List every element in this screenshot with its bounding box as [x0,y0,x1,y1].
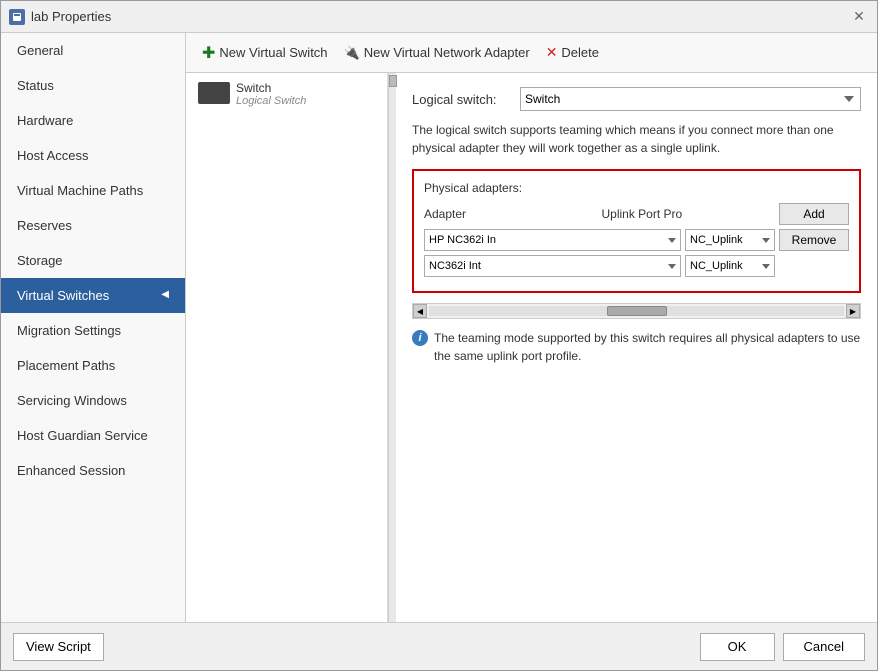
uplink-select-1[interactable]: NC_Uplink [685,229,775,251]
remove-button-1[interactable]: Remove [779,229,849,251]
add-button[interactable]: Add [779,203,849,225]
scroll-right-arrow[interactable]: ▶ [846,304,860,318]
logical-switch-row: Logical switch: Switch [412,87,861,111]
sidebar-item-general[interactable]: General [1,33,185,68]
footer-left: View Script [13,633,104,661]
delete-button[interactable]: ✕ Delete [540,41,605,64]
switch-item[interactable]: Switch Logical Switch [186,73,387,115]
sidebar-item-status[interactable]: Status [1,68,185,103]
adapter-select-2[interactable]: NC362i Int [424,255,681,277]
right-panel: Logical switch: Switch The logical switc… [396,73,877,622]
scrollbar-track[interactable] [429,306,844,316]
footer-right: OK Cancel [700,633,865,661]
adapter-col-header: Adapter [424,207,598,221]
switch-icon [198,82,230,104]
sidebar-item-reserves[interactable]: Reserves [1,208,185,243]
new-virtual-network-adapter-label: New Virtual Network Adapter [364,45,530,60]
sidebar-item-servicing-windows[interactable]: Servicing Windows [1,383,185,418]
sidebar-item-vm-paths[interactable]: Virtual Machine Paths [1,173,185,208]
close-button[interactable]: ✕ [849,7,869,27]
physical-adapters-title: Physical adapters: [424,181,849,195]
main-window: lab Properties ✕ General Status Hardware… [0,0,878,671]
adapters-table: Adapter Uplink Port Pro Add HP NC362i In [424,203,849,277]
physical-adapters-box: Physical adapters: Adapter Uplink Port P… [412,169,861,293]
sidebar-item-hardware[interactable]: Hardware [1,103,185,138]
cancel-button[interactable]: Cancel [783,633,865,661]
delete-label: Delete [561,45,599,60]
window-body: General Status Hardware Host Access Virt… [1,33,877,622]
adapters-header: Adapter Uplink Port Pro Add [424,203,849,225]
uplink-col-header: Uplink Port Pro [602,207,776,221]
toolbar: ✚ New Virtual Switch 🔌 New Virtual Netwo… [186,33,877,73]
info-icon: i [412,330,428,346]
content-area: Switch Logical Switch Logical [186,73,877,622]
view-script-button[interactable]: View Script [13,633,104,661]
adapter-select-1[interactable]: HP NC362i In [424,229,681,251]
delete-icon: ✕ [546,44,558,61]
scrollbar-thumb[interactable] [607,306,667,316]
info-text: The teaming mode supported by this switc… [434,329,861,365]
plus-icon: ✚ [202,43,215,63]
title-bar-left: lab Properties [9,9,111,25]
uplink-select-2[interactable]: NC_Uplink [685,255,775,277]
switch-subtitle: Logical Switch [236,95,306,107]
sidebar-item-virtual-switches[interactable]: Virtual Switches [1,278,185,313]
window-footer: View Script OK Cancel [1,622,877,670]
sidebar-item-enhanced-session[interactable]: Enhanced Session [1,453,185,488]
scrollbar-area[interactable]: ◀ ▶ [412,303,861,319]
adapter-row-1: HP NC362i In NC_Uplink Remove [424,229,849,251]
logical-switch-select[interactable]: Switch [520,87,861,111]
sidebar-item-storage[interactable]: Storage [1,243,185,278]
sidebar-item-placement-paths[interactable]: Placement Paths [1,348,185,383]
switch-name: Switch [236,81,306,95]
add-btn-col: Add [779,203,849,225]
info-box: i The teaming mode supported by this swi… [412,329,861,365]
left-panel-container: Switch Logical Switch [186,73,396,622]
sidebar-item-migration-settings[interactable]: Migration Settings [1,313,185,348]
logical-switch-label: Logical switch: [412,92,512,107]
adapter-row-2: NC362i Int NC_Uplink [424,255,849,277]
network-icon: 🔌 [344,45,360,61]
left-panel: Switch Logical Switch [186,73,388,622]
remove-btn-placeholder [779,255,849,277]
ok-button[interactable]: OK [700,633,775,661]
title-bar: lab Properties ✕ [1,1,877,33]
sidebar-item-host-access[interactable]: Host Access [1,138,185,173]
sidebar-item-host-guardian[interactable]: Host Guardian Service [1,418,185,453]
description-text: The logical switch supports teaming whic… [412,121,861,157]
new-virtual-network-adapter-button[interactable]: 🔌 New Virtual Network Adapter [338,42,536,64]
main-content: ✚ New Virtual Switch 🔌 New Virtual Netwo… [186,33,877,622]
new-virtual-switch-button[interactable]: ✚ New Virtual Switch [196,40,334,66]
new-virtual-switch-label: New Virtual Switch [219,45,327,60]
left-scrollbar[interactable] [388,73,396,622]
scroll-left-arrow[interactable]: ◀ [413,304,427,318]
window-title: lab Properties [31,9,111,24]
sidebar: General Status Hardware Host Access Virt… [1,33,186,622]
window-icon [9,9,25,25]
